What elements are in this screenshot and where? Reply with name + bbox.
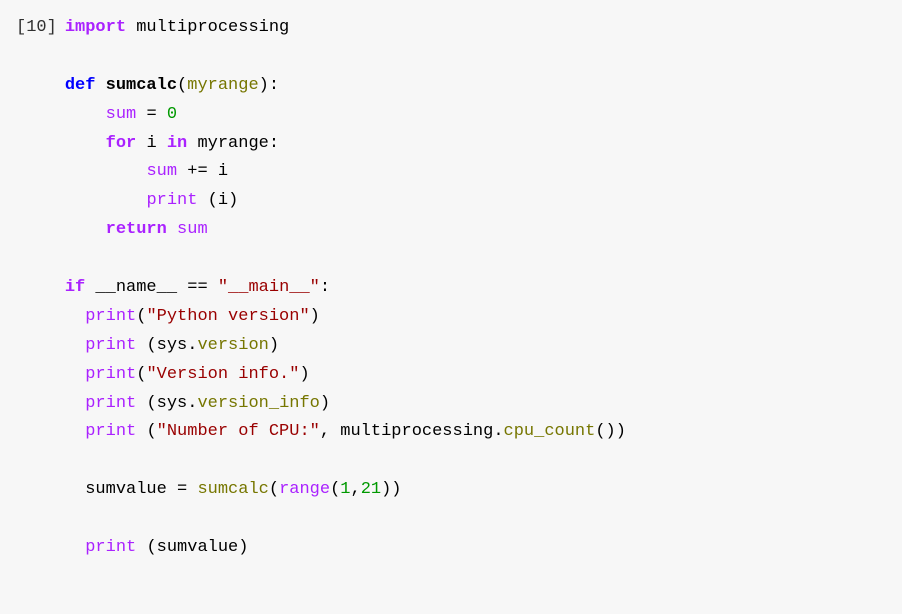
paren-close: ): [310, 307, 320, 326]
comma: ,: [351, 480, 361, 499]
var-i: i: [218, 162, 228, 181]
double-equals: ==: [187, 278, 207, 297]
dot: .: [493, 422, 503, 441]
keyword-in: in: [167, 134, 187, 153]
paren-close: ): [238, 538, 248, 557]
number-zero: 0: [167, 105, 177, 124]
execution-prompt: [10]: [16, 14, 65, 43]
paren-open: (: [146, 422, 156, 441]
num-21: 21: [361, 480, 381, 499]
keyword-if: if: [65, 278, 85, 297]
keyword-for: for: [106, 134, 137, 153]
string-pyver: "Python version": [146, 307, 309, 326]
paren-open: (: [177, 76, 187, 95]
dot: .: [187, 394, 197, 413]
parens: ()): [595, 422, 626, 441]
paren-open: (: [146, 336, 156, 355]
builtin-print: print: [85, 365, 136, 384]
paren-open: (: [208, 191, 218, 210]
function-name: sumcalc: [106, 76, 177, 95]
code-cell: [10] import multiprocessing def sumcalc(…: [16, 14, 886, 563]
colon: :: [269, 134, 279, 153]
var-i: i: [218, 191, 228, 210]
comma: ,: [320, 422, 330, 441]
builtin-print: print: [85, 394, 136, 413]
sys-obj: sys: [157, 394, 188, 413]
code-area: import multiprocessing def sumcalc(myran…: [65, 14, 626, 563]
colon: :: [269, 76, 279, 95]
paren-open: (: [136, 365, 146, 384]
keyword-import: import: [65, 18, 126, 37]
var-i: i: [146, 134, 156, 153]
plus-equals: +=: [187, 162, 207, 181]
sumcalc-call: sumcalc: [197, 480, 268, 499]
mp-obj: multiprocessing: [340, 422, 493, 441]
builtin-print: print: [146, 191, 197, 210]
sumvalue-var: sumvalue: [85, 480, 167, 499]
builtin-print: print: [85, 307, 136, 326]
string-cpu: "Number of CPU:": [157, 422, 320, 441]
paren-close: ): [259, 76, 269, 95]
string-verinfo: "Version info.": [146, 365, 299, 384]
string-main: "__main__": [218, 278, 320, 297]
keyword-return: return: [106, 220, 167, 239]
dunder-name: __name__: [95, 278, 177, 297]
sumvalue-arg: sumvalue: [157, 538, 239, 557]
builtin-range: range: [279, 480, 330, 499]
builtin-sum: sum: [106, 105, 137, 124]
parens: )): [381, 480, 401, 499]
paren-open: (: [146, 538, 156, 557]
cpu-count: cpu_count: [504, 422, 596, 441]
colon: :: [320, 278, 330, 297]
builtin-sum: sum: [146, 162, 177, 181]
sys-version: version: [197, 336, 268, 355]
paren-close: ): [228, 191, 238, 210]
paren-open: (: [269, 480, 279, 499]
builtin-sum: sum: [177, 220, 208, 239]
paren-close: ): [320, 394, 330, 413]
num-1: 1: [340, 480, 350, 499]
paren-close: ): [269, 336, 279, 355]
builtin-print: print: [85, 422, 136, 441]
iter-var: myrange: [197, 134, 268, 153]
paren-open: (: [330, 480, 340, 499]
paren-open: (: [136, 307, 146, 326]
builtin-print: print: [85, 336, 136, 355]
sys-obj: sys: [157, 336, 188, 355]
builtin-print: print: [85, 538, 136, 557]
sys-verinfo: version_info: [197, 394, 319, 413]
param: myrange: [187, 76, 258, 95]
equals: =: [146, 105, 156, 124]
dot: .: [187, 336, 197, 355]
paren-close: ): [299, 365, 309, 384]
keyword-def: def: [65, 76, 96, 95]
paren-open: (: [146, 394, 156, 413]
equals: =: [177, 480, 187, 499]
module-name: multiprocessing: [136, 18, 289, 37]
